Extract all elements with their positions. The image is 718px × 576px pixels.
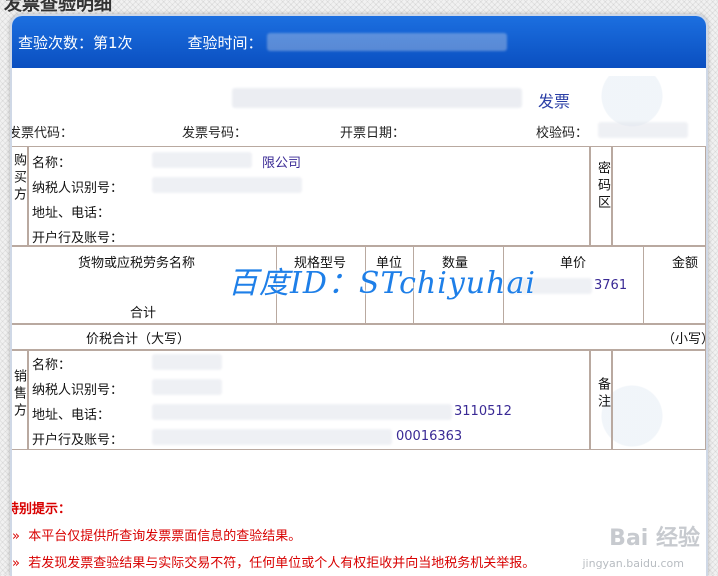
seller-address-blur <box>152 404 452 420</box>
buyer-name-blur <box>152 152 252 168</box>
remark-area <box>612 350 706 450</box>
remark-label: 备注 <box>595 377 610 411</box>
tax-total-lower-label: （小写） <box>662 332 706 347</box>
cipher-area <box>612 146 706 246</box>
invoice-number-label: 发票号码： <box>182 126 248 141</box>
notice-title: 特别提示： <box>10 502 72 517</box>
buyer-bank-label: 开户行及账号： <box>32 231 124 246</box>
seller-side-cell: 销售方 <box>11 350 28 450</box>
notice-item: » 本平台仅提供所查询发票票面信息的查验结果。 <box>12 529 302 544</box>
notice-item: » 若发现发票查验结果与实际交易不符，任何单位或个人有权拒收并向当地税务机关举报… <box>12 556 536 571</box>
cipher-label-cell: 密码区 <box>590 146 612 246</box>
baidu-jingyan-logo: Bai 经验 <box>609 526 700 551</box>
seller-tax-id-label: 纳税人识别号： <box>32 383 124 398</box>
col-amount-header: 金额 <box>672 256 699 271</box>
cipher-label: 密码区 <box>595 161 610 212</box>
check-time-label: 查验时间： <box>187 33 263 52</box>
remark-label-cell: 备注 <box>590 350 612 450</box>
baidu-id-watermark: 百度ID：STchiyuhai <box>228 266 536 301</box>
seller-bank-blur <box>152 429 392 445</box>
buyer-name-value: 限公司 <box>262 156 302 171</box>
buyer-side-label: 购买方 <box>11 153 26 204</box>
seller-tax-id-value <box>152 379 222 395</box>
invoice-date-label: 开票日期： <box>340 126 406 141</box>
col-price-header: 单价 <box>560 256 587 271</box>
buyer-address-label: 地址、电话： <box>32 206 111 221</box>
col-goods-header: 货物或应税劳务名称 <box>78 256 196 271</box>
items-total-label: 合计 <box>130 306 157 321</box>
seller-address-value: 3110512 <box>454 404 512 419</box>
seller-bank-value: 00016363 <box>396 429 463 444</box>
buyer-tax-id-label: 纳税人识别号： <box>32 181 124 196</box>
invoice-title: 发票 <box>537 92 570 111</box>
seller-bank-label: 开户行及账号： <box>32 433 124 448</box>
verify-code-value <box>598 122 688 138</box>
buyer-tax-id-value <box>152 177 302 193</box>
seller-address-label: 地址、电话： <box>32 408 111 423</box>
buyer-name-label: 名称： <box>32 156 72 171</box>
seller-side-label: 销售方 <box>11 369 26 420</box>
check-count: 查验次数：第1次 <box>18 33 133 52</box>
seller-name-blur <box>152 354 222 370</box>
baidu-jingyan-url: jingyan.baidu.com <box>582 557 684 570</box>
verify-code-label: 校验码： <box>536 126 589 141</box>
check-time-value <box>266 33 507 51</box>
panel-header: 查验次数：第1次 查验时间： <box>12 16 706 68</box>
seller-name-label: 名称： <box>32 358 72 373</box>
invoice-code-label: 发票代码： <box>10 126 74 141</box>
tax-total-label: 价税合计（大写） <box>86 332 191 347</box>
notice-section: 特别提示： » 本平台仅提供所查询发票票面信息的查验结果。 » 若发现发票查验结… <box>10 498 536 571</box>
item-price-value: 3761 <box>594 278 628 293</box>
buyer-side-cell: 购买方 <box>11 146 28 246</box>
invoice-title-blur <box>232 88 522 108</box>
